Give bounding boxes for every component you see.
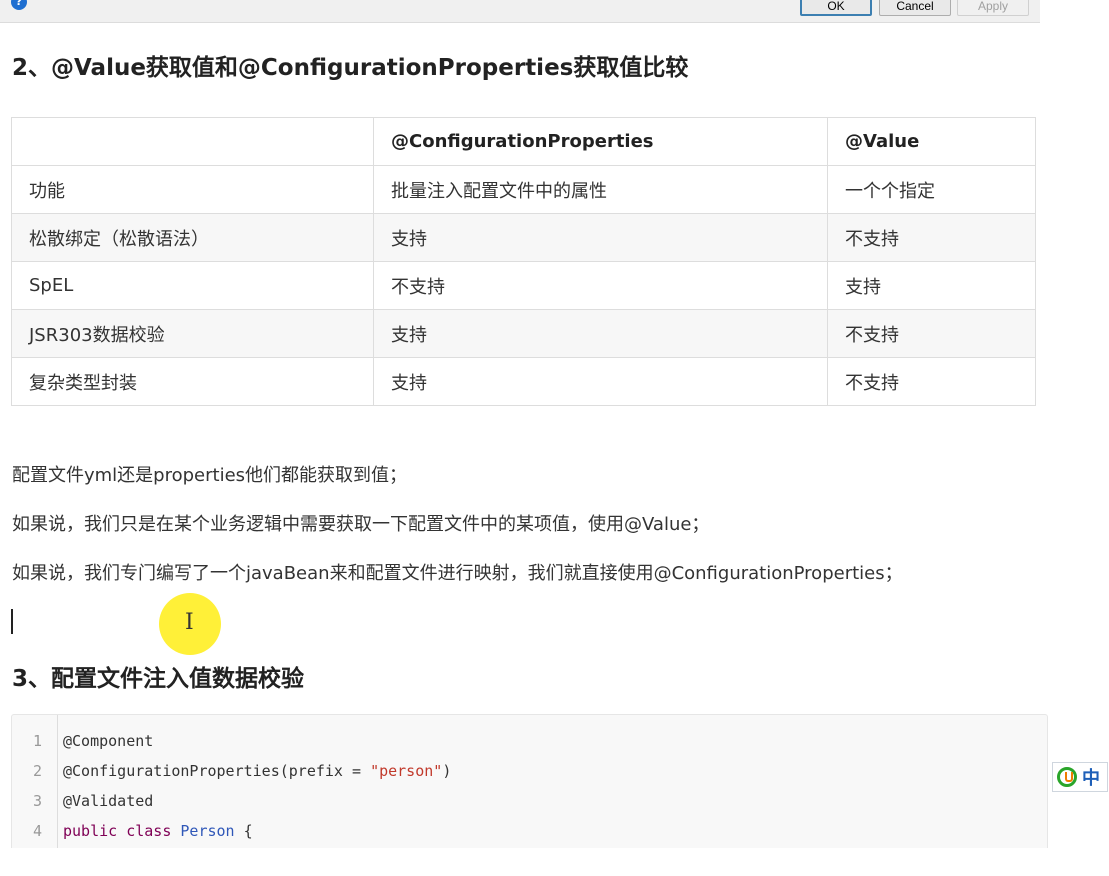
table-row: SpEL 不支持 支持 <box>11 261 1036 310</box>
paragraph-yml-properties: 配置文件yml还是properties他们都能获取到值； <box>12 465 408 486</box>
table-cell: 不支持 <box>373 261 828 310</box>
ibeam-cursor-icon: I <box>185 610 194 635</box>
code-block: 1 @Component 2 @ConfigurationProperties(… <box>11 714 1048 856</box>
table-cell: 支持 <box>373 309 828 358</box>
line-number: 3 <box>32 792 42 810</box>
dialog-button-bar: ? OK Cancel Apply <box>0 0 1040 23</box>
paragraph-use-configuration-properties: 如果说，我们专门编写了一个javaBean来和配置文件进行映射，我们就直接使用@… <box>12 563 903 584</box>
code-keyword: public class <box>63 822 181 840</box>
header-cell-configuration-properties: @ConfigurationProperties <box>373 117 828 166</box>
code-text: @Component <box>63 732 154 750</box>
table-cell: 支持 <box>373 357 828 406</box>
table-row: 复杂类型封装 支持 不支持 <box>11 357 1036 406</box>
table-cell: 不支持 <box>827 213 1036 262</box>
code-text: @ConfigurationProperties(prefix = "perso… <box>63 756 451 786</box>
code-text: public class Person { <box>63 816 253 846</box>
table-cell: 批量注入配置文件中的属性 <box>373 165 828 214</box>
code-line: 2 @ConfigurationProperties(prefix = "per… <box>12 756 1047 786</box>
paragraph-use-value: 如果说，我们只是在某个业务逻辑中需要获取一下配置文件中的某项值，使用@Value… <box>12 514 710 535</box>
code-punct: { <box>234 822 253 840</box>
table-header-row: @ConfigurationProperties @Value <box>11 117 1036 166</box>
right-margin <box>1100 0 1109 876</box>
header-cell-empty <box>11 117 374 166</box>
table-cell: 一个个指定 <box>827 165 1036 214</box>
table-cell: 不支持 <box>827 357 1036 406</box>
section-3-heading: 3、配置文件注入值数据校验 <box>12 666 305 692</box>
code-punct: ) <box>442 762 452 780</box>
table-cell: JSR303数据校验 <box>11 309 374 358</box>
table-cell: 复杂类型封装 <box>11 357 374 406</box>
code-line: 4 public class Person { <box>12 816 1047 846</box>
code-attribute: prefix = <box>288 762 371 780</box>
table-row: JSR303数据校验 支持 不支持 <box>11 309 1036 358</box>
section-2-heading: 2、@Value获取值和@ConfigurationProperties获取值比… <box>12 55 689 81</box>
code-annotation: @ConfigurationProperties( <box>63 762 289 780</box>
line-number: 1 <box>32 732 42 750</box>
table-cell: 不支持 <box>827 309 1036 358</box>
table-cell: 支持 <box>373 213 828 262</box>
code-line: 3 @Validated <box>12 786 1047 816</box>
ime-language-toggle[interactable]: 中 <box>1082 764 1100 790</box>
cancel-button[interactable]: Cancel <box>879 0 951 16</box>
code-class-name: Person <box>180 822 235 840</box>
help-icon[interactable]: ? <box>11 0 27 10</box>
code-text: @Validated <box>63 792 154 810</box>
page-bottom-fill <box>0 848 1109 876</box>
table-row: 松散绑定（松散语法） 支持 不支持 <box>11 213 1036 262</box>
apply-button[interactable]: Apply <box>957 0 1029 16</box>
table-row: 功能 批量注入配置文件中的属性 一个个指定 <box>11 165 1036 214</box>
table-cell: 支持 <box>827 261 1036 310</box>
code-line: 1 @Component <box>12 726 1047 756</box>
ok-button[interactable]: OK <box>800 0 872 16</box>
line-number: 2 <box>32 762 42 780</box>
table-cell: 松散绑定（松散语法） <box>11 213 374 262</box>
header-cell-value: @Value <box>827 117 1036 166</box>
text-caret <box>11 609 13 634</box>
table-cell: SpEL <box>11 261 374 310</box>
table-cell: 功能 <box>11 165 374 214</box>
ime-logo-icon[interactable] <box>1057 767 1077 787</box>
line-number: 4 <box>32 822 42 840</box>
ime-toolbar[interactable]: 中 <box>1052 762 1108 792</box>
comparison-table: @ConfigurationProperties @Value 功能 批量注入配… <box>11 117 1036 406</box>
code-string: "person" <box>370 762 443 780</box>
